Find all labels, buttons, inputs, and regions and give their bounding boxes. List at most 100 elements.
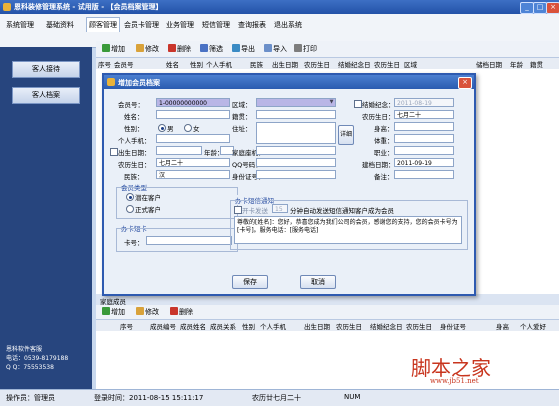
gender-male-label: 男 [167, 125, 174, 133]
anniv-label: 结婚纪念： [362, 101, 395, 109]
native-label: 籍贯： [232, 113, 252, 121]
remark-field[interactable] [394, 170, 454, 179]
name-label: 姓名： [124, 113, 144, 121]
status-login-time: 登录时间：2011-08-15 15:11:17 [94, 394, 204, 402]
anniv-checkbox[interactable] [354, 100, 362, 108]
address-field[interactable] [256, 122, 336, 144]
ethnic-field[interactable]: 汉 [156, 170, 230, 179]
job-field[interactable] [394, 146, 454, 155]
sms-template-textarea[interactable]: 尊敬的[姓名]：您好，恭喜您成为我们公司的会员，感谢您的支持，您的会员卡号为[卡… [234, 216, 462, 244]
grid-col-lunar: 农历生日 [304, 61, 330, 69]
grid-col-index: 序号 [98, 61, 111, 69]
formal-customer-radio[interactable] [126, 205, 134, 213]
family-col-mobile: 个人手机 [260, 323, 286, 331]
id-card-field[interactable] [256, 170, 336, 179]
gender-female-radio[interactable] [184, 124, 192, 132]
name-field[interactable] [156, 110, 230, 119]
mobile-label: 个人手机： [118, 137, 151, 145]
grid-col-anniv: 结婚纪念日 [338, 61, 371, 69]
minimize-button[interactable]: _ [520, 2, 534, 14]
file-date-field[interactable]: 2011-09-19 [394, 158, 454, 167]
save-button[interactable]: 保存 [232, 275, 268, 289]
print-button[interactable]: 打印 [294, 43, 317, 55]
potential-customer-radio[interactable] [126, 193, 134, 201]
birth-checkbox[interactable] [110, 148, 118, 156]
weight-field[interactable] [394, 134, 454, 143]
height-field[interactable] [394, 122, 454, 131]
region-select[interactable]: ▼ [256, 98, 336, 107]
mobile-field[interactable] [156, 134, 230, 143]
minutes-field[interactable]: 15 [272, 204, 288, 213]
dialog-title-bar: 增加会员档案 × [104, 75, 474, 89]
family-delete-button[interactable]: 删除 [170, 306, 193, 318]
home-phone-field[interactable] [256, 146, 336, 155]
native-field[interactable] [256, 110, 336, 119]
grid-col-gender: 性别 [190, 61, 203, 69]
family-col-index: 序号 [120, 323, 133, 331]
status-num: NUM [344, 393, 361, 401]
maximize-button[interactable]: □ [533, 2, 547, 14]
grid-col-mobile: 个人手机 [206, 61, 232, 69]
lunar-birth-field[interactable]: 七月二十 [156, 158, 230, 167]
menu-member-card[interactable]: 会员卡管理 [122, 18, 161, 32]
ethnic-label: 民族： [124, 173, 144, 181]
address-detail-button[interactable]: 详细 [338, 125, 354, 145]
family-add-button[interactable]: 增加 [102, 306, 125, 318]
anniv-lunar-field[interactable]: 七月二十 [394, 110, 454, 119]
filter-button[interactable]: 筛选 [200, 43, 223, 55]
height-label: 身高： [374, 125, 394, 133]
close-button[interactable]: × [546, 2, 559, 14]
filter-icon [200, 44, 208, 52]
sidebar-item-archive[interactable]: 客人档案 [12, 87, 80, 104]
support-phone: 电话：0539-8179188 [6, 355, 69, 362]
edit-icon [136, 44, 144, 52]
birth-label: 出生日期： [118, 149, 151, 157]
gender-male-radio[interactable] [158, 124, 166, 132]
formal-customer-label: 正式客户 [135, 206, 161, 214]
import-button[interactable]: 导入 [264, 43, 287, 55]
family-col-hobby: 个人爱好 [520, 323, 546, 331]
menu-basic-data[interactable]: 基础资料 [44, 18, 76, 32]
grid-col-region: 区域 [404, 61, 417, 69]
print-icon [294, 44, 302, 52]
delete-button[interactable]: 删除 [168, 43, 191, 55]
card-no-field[interactable] [146, 236, 232, 245]
app-icon [3, 3, 11, 11]
auto-send-text: 分钟自动发送短信通知客户成为会员 [290, 207, 394, 215]
region-label: 区域： [232, 101, 252, 109]
member-no-field[interactable]: 1-00000000000 [156, 98, 230, 107]
add-button[interactable]: 增加 [102, 43, 125, 55]
edit-button[interactable]: 修改 [136, 43, 159, 55]
chevron-down-icon: ▼ [329, 99, 334, 105]
member-no-label: 会员号： [118, 101, 144, 109]
add-icon [102, 44, 110, 52]
dialog-close-button[interactable]: × [458, 77, 472, 89]
grid-col-age: 年龄 [510, 61, 523, 69]
menu-exit[interactable]: 退出系统 [272, 18, 304, 32]
family-col-height: 身高 [496, 323, 509, 331]
title-bar: 恩科装修管理系统 - 试用版 - 【会员档案管理】 _ □ × [0, 0, 559, 14]
export-button[interactable]: 导出 [232, 43, 255, 55]
menu-customer[interactable]: 顾客管理 [86, 17, 120, 32]
edit-icon [136, 307, 144, 315]
family-col-birth: 出生日期 [304, 323, 330, 331]
qq-field[interactable] [256, 158, 336, 167]
menu-reports[interactable]: 查询报表 [236, 18, 268, 32]
sidebar: 客人接待 客人档案 恩科软件客服 电话：0539-8179188 Q Q：755… [0, 47, 92, 389]
menu-system[interactable]: 系统管理 [4, 18, 36, 32]
family-col-anniv: 结婚纪念日 [370, 323, 403, 331]
sidebar-item-reception[interactable]: 客人接待 [12, 61, 80, 78]
family-edit-button[interactable]: 修改 [136, 306, 159, 318]
anniv-date-field[interactable]: 2011-08-19 [394, 98, 454, 107]
auto-send-checkbox[interactable] [234, 206, 242, 214]
file-date-label: 建档日期： [362, 161, 395, 169]
birth-date-field[interactable] [156, 146, 202, 155]
lunar-label: 农历生日： [118, 161, 151, 169]
menu-sms[interactable]: 短信管理 [200, 18, 232, 32]
cancel-button[interactable]: 取消 [300, 275, 336, 289]
menu-business[interactable]: 业务管理 [164, 18, 196, 32]
window-title: 恩科装修管理系统 - 试用版 - 【会员档案管理】 [14, 3, 163, 11]
grid-col-ethnic: 民族 [250, 61, 263, 69]
status-operator: 操作员：管理员 [6, 394, 55, 402]
delete-icon [168, 44, 176, 52]
